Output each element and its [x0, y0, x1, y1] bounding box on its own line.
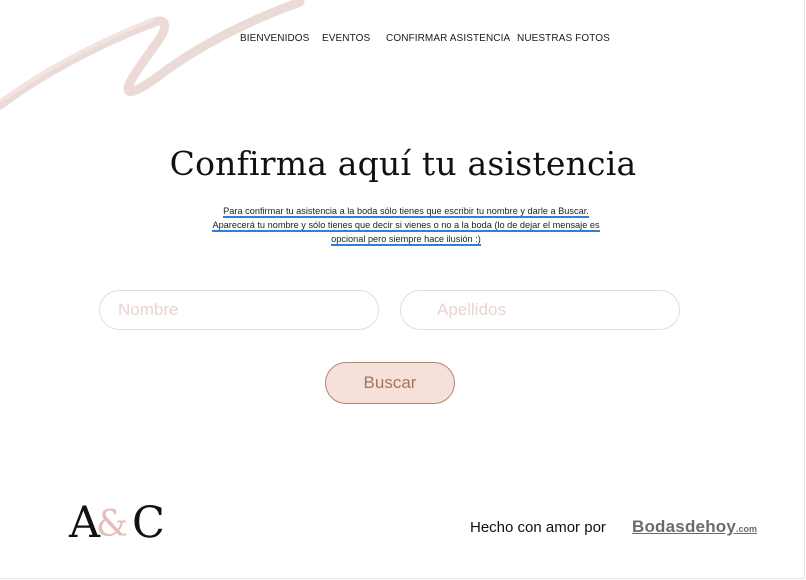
logo-initial-c: C — [132, 498, 165, 548]
nav-item-confirmar-asistencia[interactable]: CONFIRMAR ASISTENCIA — [386, 33, 510, 44]
nav-item-bienvenidos[interactable]: BIENVENIDOS — [240, 33, 309, 44]
brand-name: Bodasdehoy — [632, 517, 737, 536]
nav-item-nuestras-fotos[interactable]: NUESTRAS FOTOS — [517, 33, 610, 44]
bodasdehoy-logo-link[interactable]: Bodasdehoy.com — [632, 517, 757, 537]
couple-logo: A & C — [68, 498, 178, 548]
rsvp-instructions-text: Para confirmar tu asistencia a la boda s… — [212, 206, 600, 246]
page-title: Confirma aquí tu asistencia — [169, 144, 637, 183]
decorative-swirl — [0, 0, 305, 110]
apellidos-input[interactable] — [400, 290, 680, 330]
top-navigation: BIENVENIDOS EVENTOS CONFIRMAR ASISTENCIA… — [0, 33, 806, 47]
nav-item-eventos[interactable]: EVENTOS — [322, 33, 370, 44]
footer-credit: Hecho con amor por — [470, 519, 606, 536]
brand-suffix: .com — [736, 524, 758, 534]
search-button[interactable]: Buscar — [325, 362, 455, 404]
logo-ampersand: & — [96, 504, 129, 545]
rsvp-instructions: Para confirmar tu asistencia a la boda s… — [210, 204, 602, 246]
nombre-input[interactable] — [99, 290, 379, 330]
